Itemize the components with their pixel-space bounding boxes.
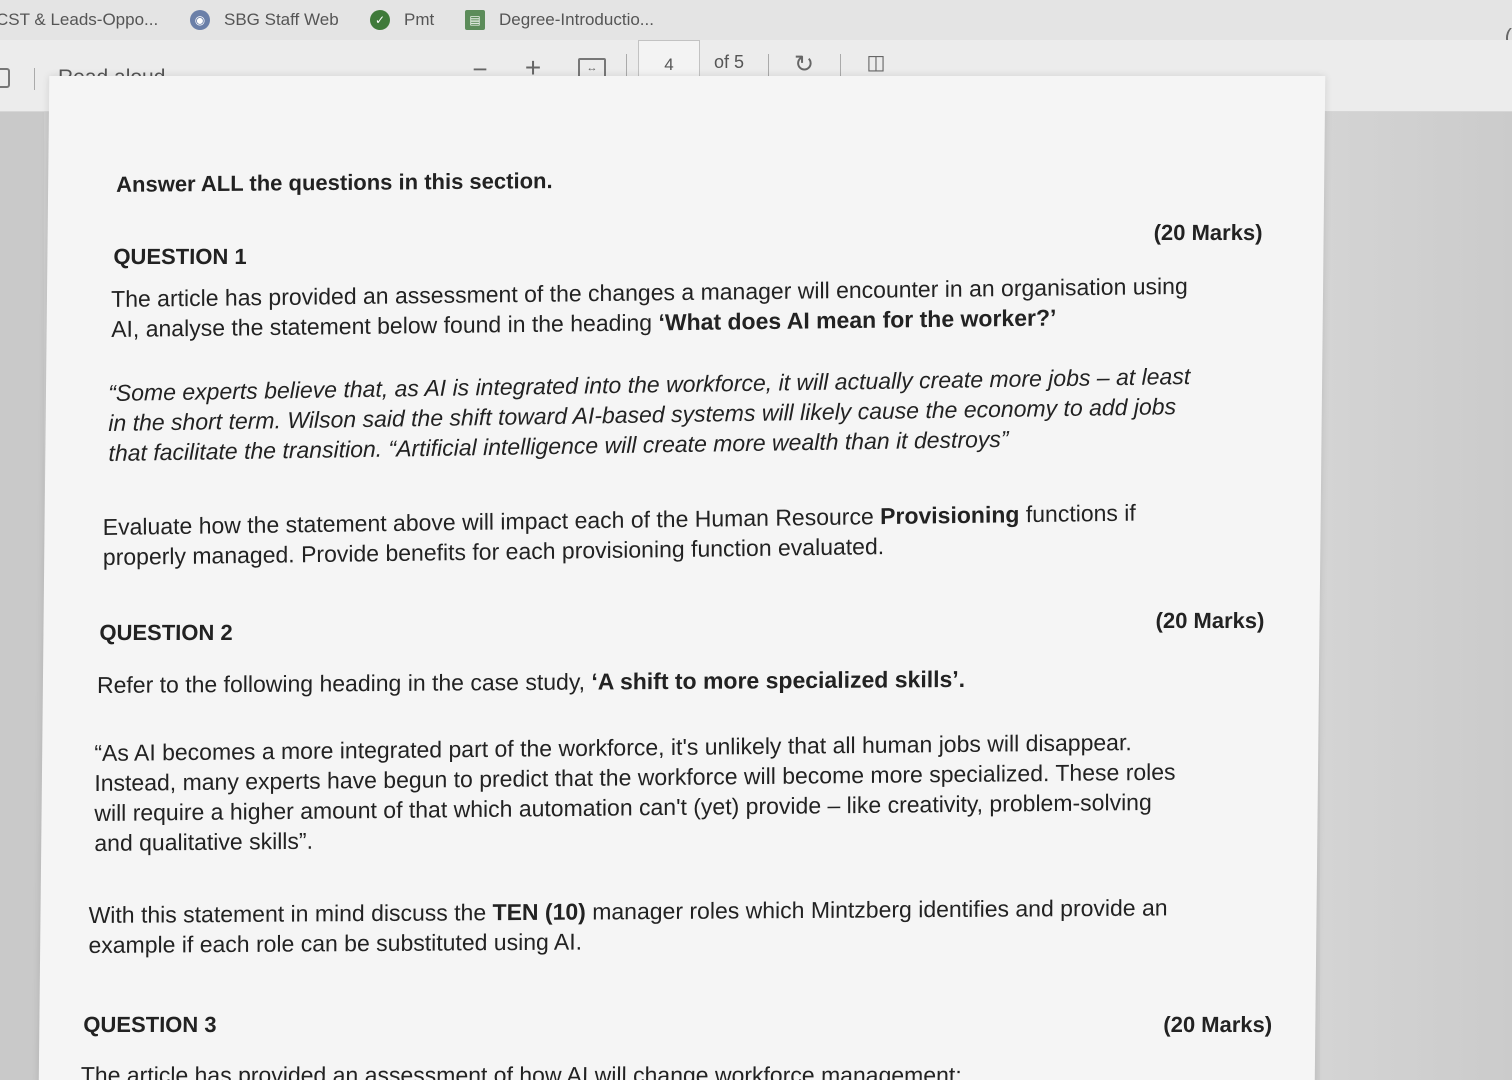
q1-heading-ref: ‘What does AI mean for the worker?’ bbox=[658, 304, 1057, 336]
section-instructions: Answer ALL the questions in this section… bbox=[116, 168, 553, 197]
bookmark-label: SBG Staff Web bbox=[224, 10, 339, 29]
q2-heading-ref: ‘A shift to more specialized skills’. bbox=[591, 665, 966, 695]
q2-reference: Refer to the following heading in the ca… bbox=[97, 664, 965, 700]
q2-title: QUESTION 2 bbox=[99, 620, 233, 645]
bookmark-label: Pmt bbox=[404, 10, 435, 29]
q2-task-text: manager roles which Mintzberg identifies… bbox=[585, 894, 1168, 925]
page-total: of 5 bbox=[714, 52, 745, 72]
q2-task-keyword: TEN (10) bbox=[492, 898, 586, 926]
bookmark-label: Degree-Introductio... bbox=[499, 10, 654, 29]
q3-marks: (20 Marks) bbox=[1163, 1012, 1273, 1037]
bookmark-label: CST & Leads-Oppo... bbox=[0, 10, 159, 29]
q3-title: QUESTION 3 bbox=[83, 1012, 217, 1037]
bookmarks-bar: CST & Leads-Oppo... ◉ SBG Staff Web ✓ Pm… bbox=[0, 0, 1512, 49]
q1-title: QUESTION 1 bbox=[113, 244, 247, 269]
q2-ref-text: Refer to the following heading in the ca… bbox=[96, 668, 592, 698]
q1-task-keyword: Provisioning bbox=[880, 501, 1020, 530]
toolbar-divider bbox=[768, 54, 769, 76]
q1-task-text: functions if bbox=[1019, 499, 1136, 528]
viewer-background-left bbox=[0, 112, 44, 1080]
toolbar-divider bbox=[34, 68, 35, 90]
globe-icon: ◉ bbox=[190, 10, 210, 30]
q3-line: The article has provided an assessment o… bbox=[80, 1062, 962, 1080]
bookmark-sbg-staff-web[interactable]: ◉ SBG Staff Web bbox=[190, 0, 370, 40]
q2-ref-line: Refer to the following heading in the ca… bbox=[97, 664, 965, 700]
toolbar-divider bbox=[840, 54, 841, 76]
fit-page-icon[interactable]: ↔ bbox=[578, 58, 606, 78]
q2-task-text: With this statement in mind discuss the bbox=[88, 899, 493, 928]
rotate-icon[interactable]: ↻ bbox=[790, 50, 818, 78]
q1-text: AI, analyse the statement below found in… bbox=[111, 309, 659, 342]
q1-quote: “Some experts believe that, as AI is int… bbox=[108, 361, 1190, 468]
check-icon: ✓ bbox=[370, 10, 390, 30]
page-view-icon[interactable]: ◫ bbox=[862, 50, 890, 74]
bookmark-pmt[interactable]: ✓ Pmt bbox=[370, 0, 465, 40]
bookmark-degree-introduction[interactable]: ▤ Degree-Introductio... bbox=[465, 0, 668, 40]
bookmark-cst-leads[interactable]: CST & Leads-Oppo... bbox=[0, 0, 186, 40]
q1-task: Evaluate how the statement above will im… bbox=[103, 498, 1136, 572]
pdf-page: Answer ALL the questions in this section… bbox=[38, 76, 1326, 1080]
q2-task-line: example if each role can be substituted … bbox=[88, 928, 583, 958]
toolbar-divider bbox=[626, 54, 627, 76]
book-icon: ▤ bbox=[465, 10, 485, 30]
q2-marks: (20 Marks) bbox=[1155, 608, 1265, 633]
q2-task: With this statement in mind discuss the … bbox=[88, 892, 1167, 960]
viewer-background-right bbox=[1320, 112, 1512, 1080]
q1-paragraph: The article has provided an assessment o… bbox=[111, 271, 1188, 344]
sidebar-toggle-icon[interactable] bbox=[0, 68, 10, 88]
q2-quote: “As AI becomes a more integrated part of… bbox=[94, 727, 1175, 858]
q1-marks: (20 Marks) bbox=[1153, 220, 1263, 245]
